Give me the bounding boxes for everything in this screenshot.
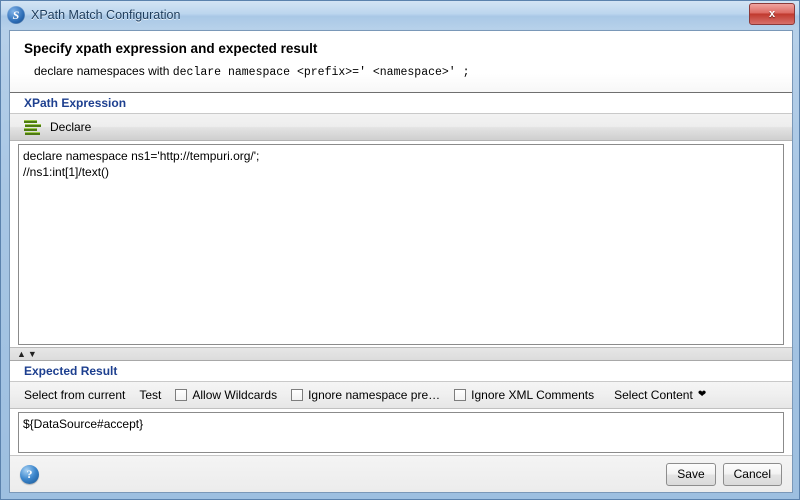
xpath-editor-input[interactable]: declare namespace ns1='http://tempuri.or… [18, 144, 784, 345]
select-content-dropdown[interactable]: Select Content ❤ [614, 388, 706, 402]
ignore-namespace-prefixes-checkbox[interactable]: Ignore namespace pre… [291, 388, 440, 402]
collapse-up-icon[interactable]: ▲ [17, 349, 26, 359]
expected-result-options-bar: Select from current Test Allow Wildcards… [10, 382, 792, 409]
select-from-current-button[interactable]: Select from current [24, 388, 125, 402]
window-title: XPath Match Configuration [31, 8, 181, 22]
soapui-icon [7, 6, 25, 24]
xpath-editor-container: declare namespace ns1='http://tempuri.or… [10, 141, 792, 347]
xpath-expression-section-header: XPath Expression [10, 93, 792, 114]
allow-wildcards-checkbox[interactable]: Allow Wildcards [175, 388, 277, 402]
ignore-xml-comments-checkbox[interactable]: Ignore XML Comments [454, 388, 594, 402]
close-icon[interactable]: x [749, 3, 795, 25]
dialog-footer: Save Cancel [10, 455, 792, 492]
dialog-content: Specify xpath expression and expected re… [9, 30, 793, 493]
title-bar[interactable]: XPath Match Configuration x [1, 1, 799, 29]
banner-description-prefix: declare namespaces with [34, 64, 173, 78]
declare-button[interactable]: Declare [50, 120, 91, 134]
banner-description-code: declare namespace <prefix>=' <namespace>… [172, 66, 470, 79]
stacked-layers-icon [24, 120, 41, 135]
xpath-toolbar: Declare [10, 114, 792, 141]
dialog-window: XPath Match Configuration x Specify xpat… [0, 0, 800, 500]
help-circle-icon[interactable] [20, 464, 39, 484]
panel-splitter[interactable]: ▲ ▼ [10, 347, 792, 361]
expected-result-input[interactable]: ${DataSource#accept} [18, 412, 784, 453]
save-button[interactable]: Save [666, 462, 716, 486]
allow-wildcards-label: Allow Wildcards [192, 388, 278, 402]
banner-description: declare namespaces with declare namespac… [24, 64, 792, 79]
ignore-xml-comments-label: Ignore XML Comments [471, 388, 595, 402]
expected-result-heading: Expected Result [24, 364, 118, 378]
test-button[interactable]: Test [139, 388, 161, 402]
dialog-banner: Specify xpath expression and expected re… [10, 31, 792, 93]
cancel-button[interactable]: Cancel [722, 462, 782, 486]
ignore-namespace-prefixes-label: Ignore namespace pre… [308, 388, 441, 402]
chevron-down-icon[interactable]: ❤ [698, 390, 706, 400]
collapse-down-icon[interactable]: ▼ [28, 349, 37, 359]
checkbox-box[interactable] [175, 389, 188, 401]
expected-result-container: ${DataSource#accept} [10, 409, 792, 455]
expected-result-section-header: Expected Result [10, 361, 792, 382]
xpath-expression-heading: XPath Expression [24, 96, 127, 110]
checkbox-box[interactable] [454, 389, 467, 401]
select-content-label: Select Content [614, 388, 693, 402]
checkbox-box[interactable] [291, 389, 304, 401]
banner-title: Specify xpath expression and expected re… [24, 41, 318, 56]
